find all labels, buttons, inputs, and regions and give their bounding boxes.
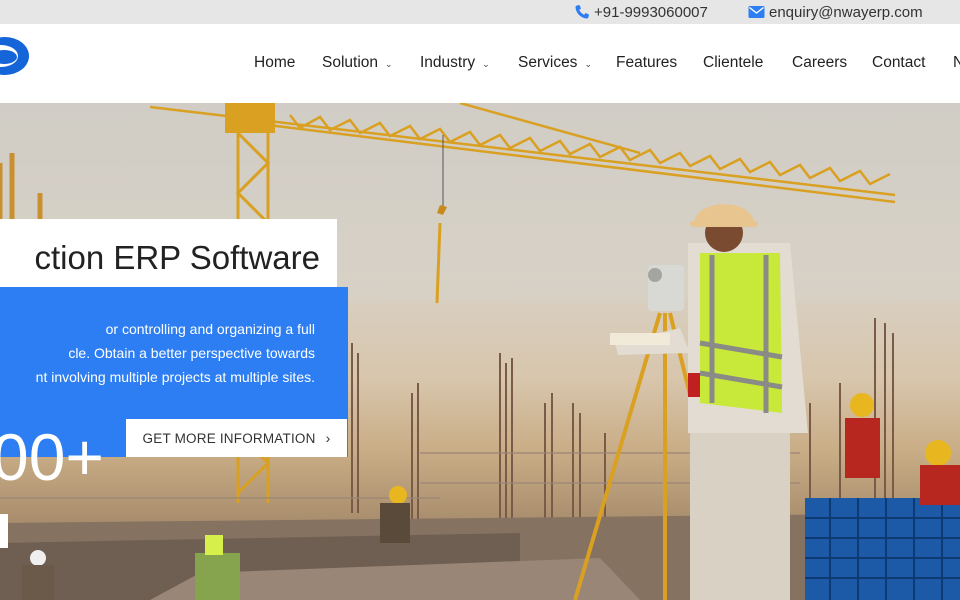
nav-truncated-label: N bbox=[953, 54, 960, 71]
hero-description: or controlling and organizing a full cle… bbox=[0, 317, 315, 389]
projects-counter: 00+ bbox=[0, 420, 104, 494]
hero-description-line: nt involving multiple projects at multip… bbox=[35, 369, 315, 385]
nav-home-label: Home bbox=[254, 54, 296, 71]
hero-banner: ction ERP Software or controlling and or… bbox=[0, 103, 960, 600]
hero-title-box: ction ERP Software bbox=[0, 219, 337, 297]
nav-solution-label: Solution bbox=[322, 54, 379, 71]
hero-description-line: cle. Obtain a better perspective towards bbox=[68, 345, 315, 361]
nav-features-label: Features bbox=[616, 54, 678, 71]
nav-industry[interactable]: Industry ⌄ bbox=[420, 54, 490, 72]
envelope-icon bbox=[748, 6, 765, 18]
email-address: enquiry@nwayerp.com bbox=[769, 3, 923, 21]
nav-features[interactable]: Features bbox=[616, 54, 677, 72]
nav-services[interactable]: Services ⌄ bbox=[518, 54, 592, 72]
chevron-right-icon: › bbox=[325, 430, 331, 446]
nav-careers[interactable]: Careers bbox=[792, 54, 847, 72]
get-more-information-button[interactable]: GET MORE INFORMATION › bbox=[126, 419, 347, 457]
nav-home[interactable]: Home bbox=[254, 54, 295, 72]
site-header: Home Solution ⌄ Industry ⌄ Services ⌄ Fe… bbox=[0, 24, 960, 103]
nav-contact-label: Contact bbox=[872, 54, 926, 71]
nav-contact[interactable]: Contact bbox=[872, 54, 925, 72]
nav-clientele-label: Clientele bbox=[703, 54, 764, 71]
hero-title: ction ERP Software bbox=[34, 239, 320, 276]
nav-solution[interactable]: Solution ⌄ bbox=[322, 54, 393, 72]
hero-description-line: or controlling and organizing a full bbox=[105, 321, 315, 337]
nav-services-label: Services bbox=[518, 54, 578, 71]
chevron-down-icon: ⌄ bbox=[482, 58, 490, 69]
phone-contact[interactable]: +91-9993060007 bbox=[574, 0, 708, 24]
get-more-information-label: GET MORE INFORMATION bbox=[142, 430, 316, 446]
side-tab[interactable] bbox=[0, 514, 8, 548]
email-contact[interactable]: enquiry@nwayerp.com bbox=[748, 0, 923, 24]
chevron-down-icon: ⌄ bbox=[584, 58, 592, 69]
chevron-down-icon: ⌄ bbox=[385, 58, 393, 69]
main-navigation: Home Solution ⌄ Industry ⌄ Services ⌄ Fe… bbox=[0, 24, 960, 103]
top-contact-bar: +91-9993060007 enquiry@nwayerp.com bbox=[0, 0, 960, 24]
nav-clientele[interactable]: Clientele bbox=[703, 54, 763, 72]
phone-number: +91-9993060007 bbox=[594, 3, 708, 21]
nav-item-truncated[interactable]: N bbox=[953, 54, 960, 72]
nav-careers-label: Careers bbox=[792, 54, 848, 71]
nav-industry-label: Industry bbox=[420, 54, 476, 71]
phone-icon bbox=[575, 5, 589, 19]
